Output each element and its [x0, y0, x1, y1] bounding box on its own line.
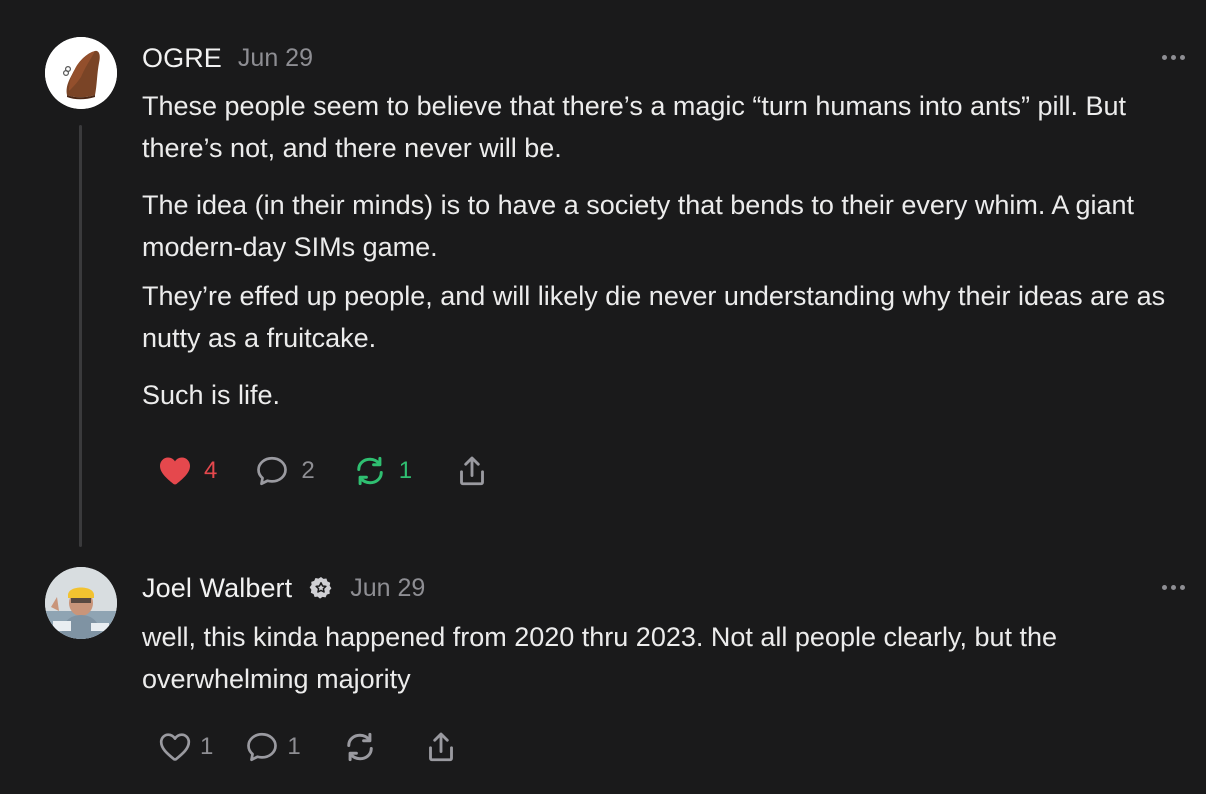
more-icon: [1162, 585, 1167, 590]
share-icon: [428, 732, 453, 762]
heart-icon: [160, 457, 190, 485]
restack-icon: [346, 732, 373, 762]
like-count: 1: [200, 733, 214, 760]
like-button[interactable]: 4: [156, 453, 217, 489]
restack-button[interactable]: [341, 729, 379, 765]
comment-ogre: OGRE Jun 29 These people seem to believe…: [0, 0, 1206, 560]
reply-button[interactable]: 2: [253, 453, 315, 489]
person-avatar-image: [45, 567, 117, 639]
comment-joel-walbert: Joel Walbert Jun 29 well, this kinda hap…: [0, 560, 1206, 794]
author-name[interactable]: OGRE: [142, 43, 222, 74]
comment-header: Joel Walbert Jun 29: [142, 570, 425, 606]
restack-button[interactable]: 1: [351, 453, 412, 489]
comment-paragraph: Such is life.: [142, 380, 281, 410]
avatar[interactable]: [45, 37, 117, 109]
more-options-button[interactable]: [1162, 55, 1185, 60]
comment-paragraph: These people seem to believe that there’…: [142, 91, 1127, 163]
restack-icon: [356, 456, 383, 486]
reply-count: 1: [287, 733, 301, 760]
comment-paragraph: The idea (in their minds) is to have a s…: [142, 190, 1134, 262]
share-button[interactable]: [423, 729, 459, 765]
comment-actions: 1 1: [156, 729, 495, 765]
reply-button[interactable]: 1: [243, 729, 301, 765]
reply-count: 2: [301, 457, 315, 484]
more-icon: [1162, 55, 1167, 60]
heart-icon: [159, 733, 191, 761]
comment-body: These people seem to believe that there’…: [142, 85, 1182, 423]
comment-date[interactable]: Jun 29: [350, 574, 425, 603]
comment-paragraph: They’re effed up people, and will likely…: [142, 281, 1166, 353]
avatar[interactable]: [45, 567, 117, 639]
verified-badge-icon: [308, 575, 334, 601]
share-icon: [460, 456, 485, 486]
comment-body: well, this kinda happened from 2020 thru…: [142, 616, 1182, 711]
comment-paragraph: well, this kinda happened from 2020 thru…: [142, 622, 1058, 694]
like-button[interactable]: 1: [156, 729, 213, 765]
more-options-button[interactable]: [1162, 585, 1185, 590]
restack-count: 1: [398, 457, 413, 484]
comment-actions: 4 2 1: [156, 453, 526, 489]
comment-header: OGRE Jun 29: [142, 40, 313, 76]
comment-date[interactable]: Jun 29: [238, 44, 313, 73]
author-name[interactable]: Joel Walbert: [142, 573, 292, 604]
comment-icon: [257, 456, 288, 486]
share-button[interactable]: [454, 453, 490, 489]
like-count: 4: [204, 457, 218, 484]
thread-line: [79, 125, 82, 547]
comment-icon: [247, 732, 278, 762]
shoe-avatar-image: [45, 37, 117, 109]
